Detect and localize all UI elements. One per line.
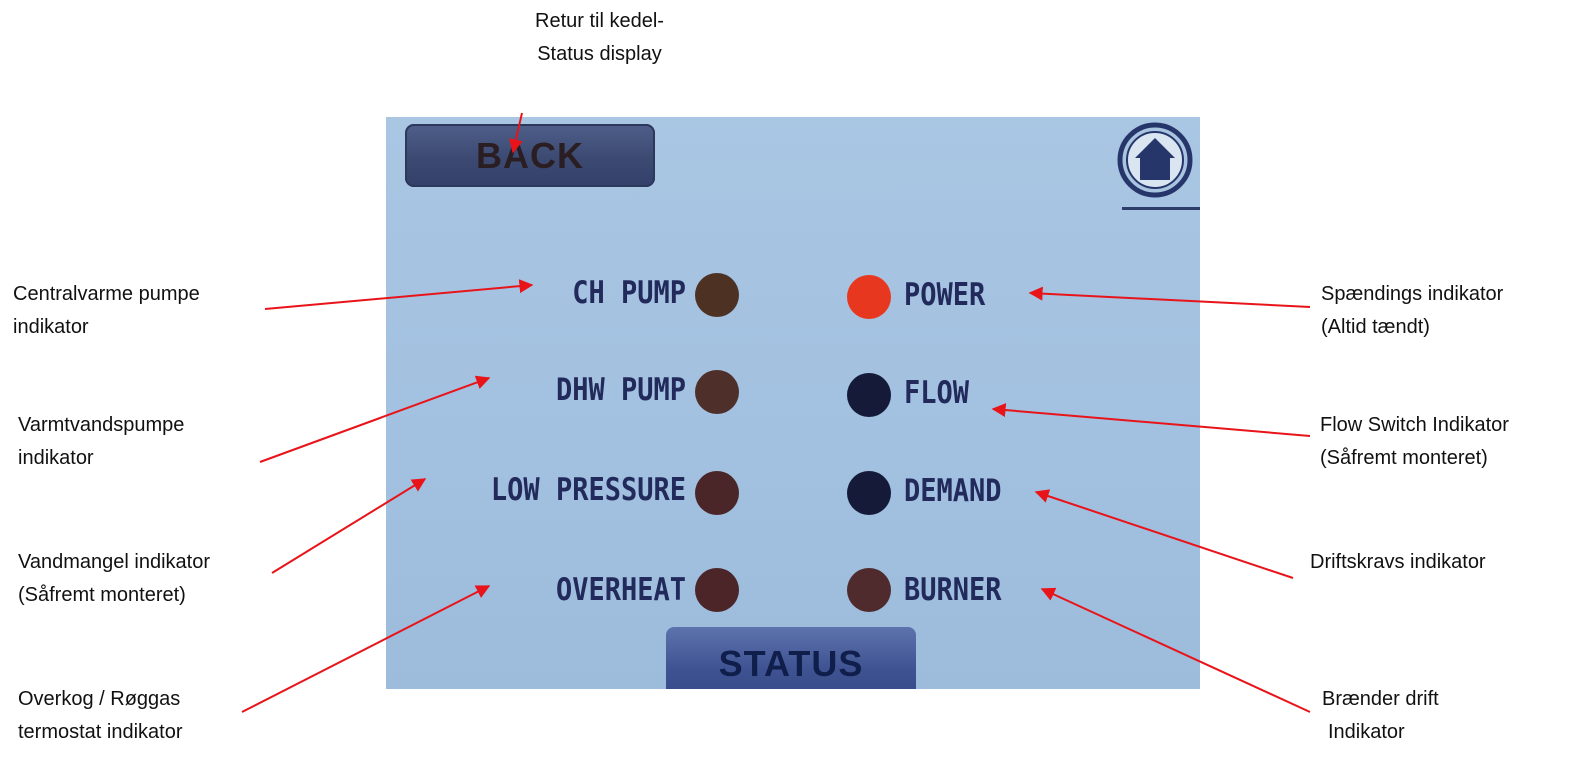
arrow-ch-pump xyxy=(264,279,534,310)
arrow-low-pressure xyxy=(271,478,427,574)
arrow-demand xyxy=(1034,489,1294,579)
arrow-dhw-pump xyxy=(259,375,491,463)
arrow-overheat xyxy=(241,585,491,713)
arrow-flow xyxy=(991,403,1311,437)
annotation-arrows xyxy=(241,112,1311,713)
arrow-back xyxy=(509,112,523,154)
arrow-power xyxy=(1028,286,1311,308)
arrow-burner xyxy=(1040,587,1311,713)
